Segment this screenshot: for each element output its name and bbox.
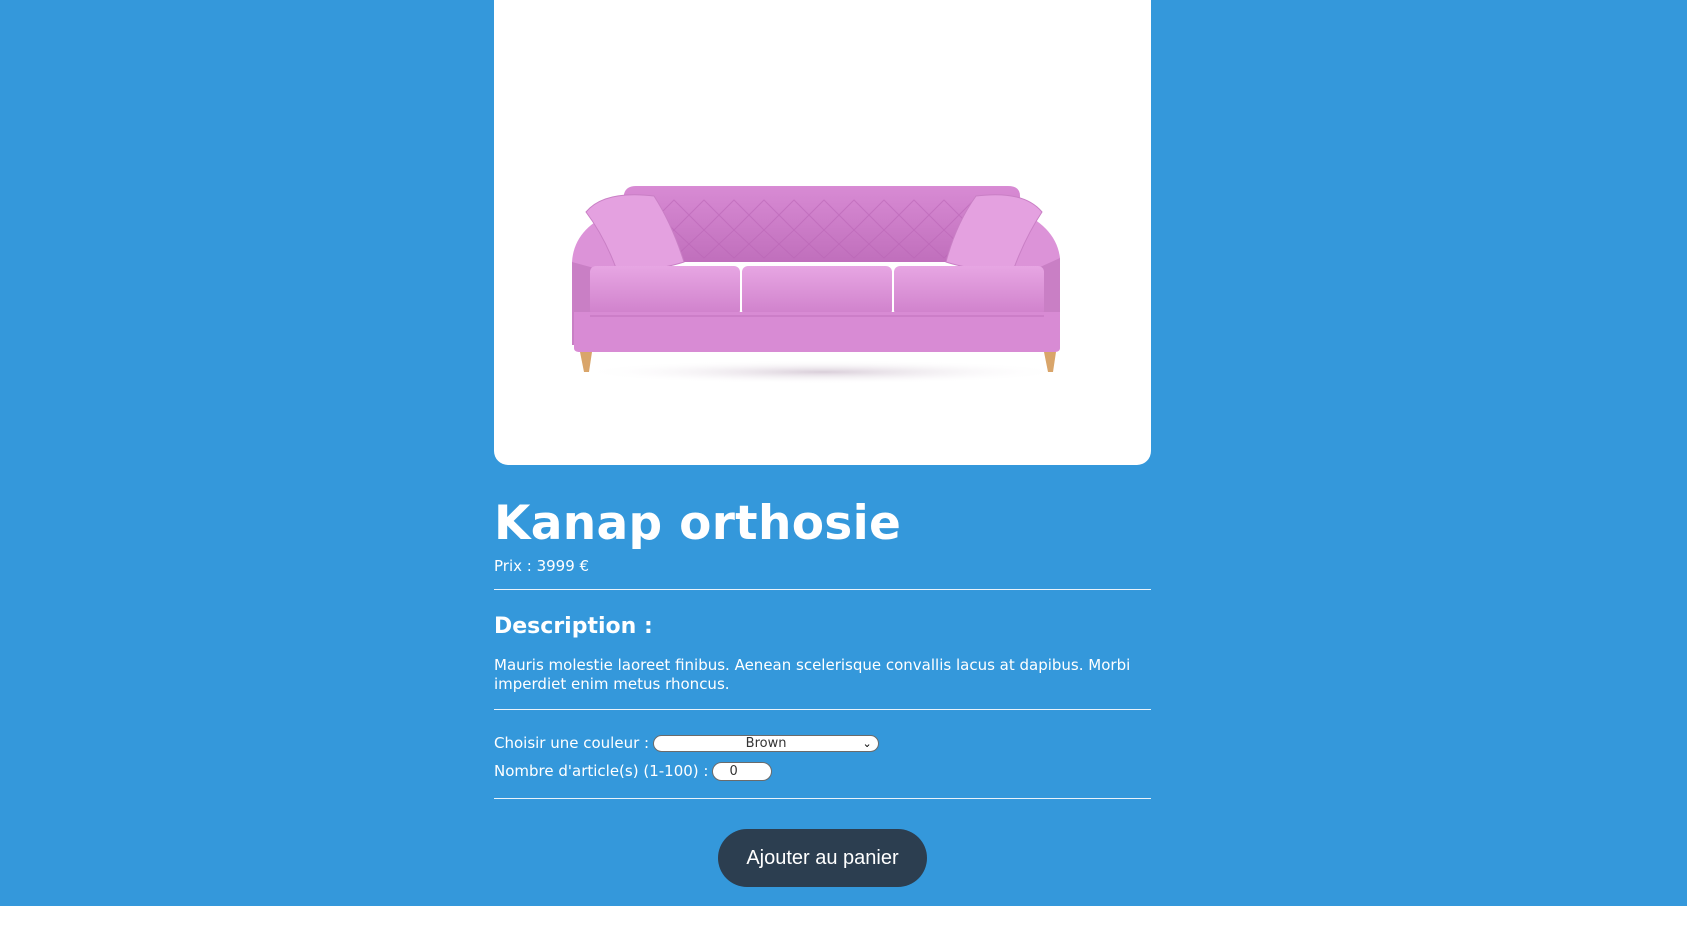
color-selected-value: Brown <box>745 735 787 751</box>
product-page: Kanap orthosie Prix : 3999 € Description… <box>0 0 1687 906</box>
divider <box>494 798 1151 799</box>
price-label: Prix : <box>494 557 537 575</box>
product-card: Kanap orthosie Prix : 3999 € Description… <box>494 0 1151 887</box>
price-value: 3999 <box>536 557 575 575</box>
product-title: Kanap orthosie <box>494 496 902 551</box>
divider <box>494 589 1151 590</box>
add-to-cart-button[interactable]: Ajouter au panier <box>718 829 927 887</box>
quantity-input[interactable]: 0 <box>712 761 773 781</box>
divider <box>494 709 1151 710</box>
price-currency: € <box>574 557 590 575</box>
color-select[interactable]: Brown ⌄ <box>653 734 880 752</box>
quantity-option: Nombre d'article(s) (1-100) : 0 <box>494 761 773 781</box>
product-price: Prix : 3999 € <box>494 556 589 576</box>
description-text: Mauris molestie laoreet finibus. Aenean … <box>494 656 1131 693</box>
color-option: Choisir une couleur : Brown ⌄ <box>494 733 880 753</box>
product-image <box>494 0 1151 465</box>
color-label: Choisir une couleur : <box>494 734 650 752</box>
chevron-down-icon: ⌄ <box>862 736 872 750</box>
quantity-label: Nombre d'article(s) (1-100) : <box>494 762 709 780</box>
sofa-image <box>572 186 1068 384</box>
description-title: Description : <box>494 614 653 639</box>
